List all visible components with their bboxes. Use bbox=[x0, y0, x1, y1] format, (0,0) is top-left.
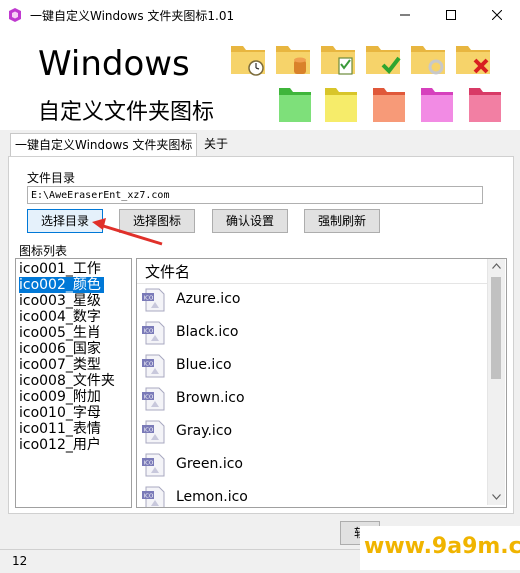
minimize-button[interactable] bbox=[382, 0, 428, 30]
file-name: Black.ico bbox=[176, 324, 239, 340]
svg-text:ICO: ICO bbox=[144, 296, 154, 302]
clock-folder-icon bbox=[231, 46, 265, 76]
banner: Windows 自定义文件夹图标 bbox=[0, 30, 520, 130]
banner-subtitle: 自定义文件夹图标 bbox=[38, 100, 215, 125]
directory-label: 文件目录 bbox=[27, 171, 76, 185]
yellow-folder-icon bbox=[325, 88, 357, 122]
file-name: Gray.ico bbox=[176, 423, 233, 439]
banner-title: Windows bbox=[38, 44, 190, 84]
watermark-text: www.9a9m.com bbox=[364, 534, 520, 559]
svg-text:ICO: ICO bbox=[144, 395, 154, 401]
minimize-icon bbox=[400, 14, 410, 16]
svg-text:ICO: ICO bbox=[144, 329, 154, 335]
scroll-down-icon[interactable] bbox=[492, 494, 501, 500]
list-item[interactable]: ico008_文件夹 bbox=[19, 373, 118, 389]
file-name: Azure.ico bbox=[176, 291, 241, 307]
app-icon bbox=[9, 8, 21, 22]
close-icon bbox=[492, 10, 502, 20]
svg-text:ICO: ICO bbox=[144, 428, 154, 434]
svg-text:ICO: ICO bbox=[144, 461, 154, 467]
vertical-scrollbar[interactable] bbox=[487, 259, 505, 505]
file-name: Blue.ico bbox=[176, 357, 232, 373]
close-folder-icon bbox=[456, 46, 490, 74]
ico-file-icon: ICO bbox=[142, 321, 165, 345]
list-item[interactable]: ico001_工作 bbox=[19, 261, 104, 277]
database-folder-icon bbox=[276, 46, 310, 74]
ico-file-icon: ICO bbox=[142, 288, 165, 312]
status-text: 12 bbox=[12, 554, 28, 568]
sync-folder-icon bbox=[411, 46, 445, 75]
watermark: www.9a9m.com bbox=[360, 526, 520, 570]
select-icon-button[interactable]: 选择图标 bbox=[119, 209, 195, 233]
pink-folder-icon bbox=[421, 88, 453, 122]
list-item[interactable]: ico003_星级 bbox=[19, 293, 104, 309]
rose-folder-icon bbox=[469, 88, 501, 122]
checkmark-folder-icon bbox=[366, 46, 401, 75]
ico-file-icon: ICO bbox=[142, 354, 165, 378]
ico-file-icon: ICO bbox=[142, 420, 165, 444]
list-item[interactable]: ico004_数字 bbox=[19, 309, 104, 325]
file-list-header[interactable]: 文件名 bbox=[137, 259, 487, 284]
list-item[interactable]: ico009_附加 bbox=[19, 389, 104, 405]
ico-file-icon: ICO bbox=[142, 486, 165, 507]
tab-main[interactable]: 一键自定义Windows 文件夹图标 bbox=[10, 133, 198, 156]
svg-text:ICO: ICO bbox=[144, 494, 154, 500]
window-title: 一键自定义Windows 文件夹图标1.01 bbox=[30, 9, 235, 23]
confirm-settings-button[interactable]: 确认设置 bbox=[212, 209, 288, 233]
maximize-button[interactable] bbox=[428, 0, 474, 30]
icon-list[interactable]: ico001_工作 ico002_颜色 ico003_星级 ico004_数字 … bbox=[15, 258, 132, 508]
svg-text:ICO: ICO bbox=[144, 362, 154, 368]
ico-file-icon: ICO bbox=[142, 387, 165, 411]
scrollbar-thumb[interactable] bbox=[491, 277, 501, 379]
file-name: Lemon.ico bbox=[176, 489, 248, 505]
file-list[interactable]: 文件名 ICO Azure.ico ICO Black.ico ICO Blue… bbox=[136, 258, 507, 508]
column-header-filename: 文件名 bbox=[145, 263, 191, 281]
force-refresh-button[interactable]: 强制刷新 bbox=[304, 209, 380, 233]
tab-bar: 一键自定义Windows 文件夹图标 关于 bbox=[0, 130, 520, 156]
tab-about[interactable]: 关于 bbox=[204, 133, 228, 155]
scroll-up-icon[interactable] bbox=[492, 263, 501, 269]
title-bar: 一键自定义Windows 文件夹图标1.01 bbox=[0, 0, 520, 30]
directory-input[interactable]: E:\AweEraserEnt_xz7.com bbox=[27, 186, 483, 204]
file-name: Green.ico bbox=[176, 456, 243, 472]
list-item[interactable]: ico010_字母 bbox=[19, 405, 104, 421]
select-directory-button[interactable]: 选择目录 bbox=[27, 209, 103, 233]
ico-file-icon: ICO bbox=[142, 453, 165, 477]
orange-folder-icon bbox=[373, 88, 405, 122]
list-item[interactable]: ico007_类型 bbox=[19, 357, 104, 373]
list-item[interactable]: ico006_国家 bbox=[19, 341, 104, 357]
app-window: 一键自定义Windows 文件夹图标1.01 Windows 自定义文件夹图标 bbox=[0, 0, 520, 573]
green-folder-icon bbox=[279, 88, 311, 122]
list-item[interactable]: ico012_用户 bbox=[19, 437, 104, 453]
list-item[interactable]: ico011_表情 bbox=[19, 421, 104, 437]
file-name: Brown.ico bbox=[176, 390, 245, 406]
maximize-icon bbox=[446, 10, 456, 20]
close-button[interactable] bbox=[474, 0, 520, 30]
list-item-selected[interactable]: ico002_颜色 bbox=[19, 277, 104, 293]
notepad-folder-icon bbox=[321, 46, 355, 75]
icon-list-label: 图标列表 bbox=[19, 244, 68, 258]
list-item[interactable]: ico005_生肖 bbox=[19, 325, 104, 341]
